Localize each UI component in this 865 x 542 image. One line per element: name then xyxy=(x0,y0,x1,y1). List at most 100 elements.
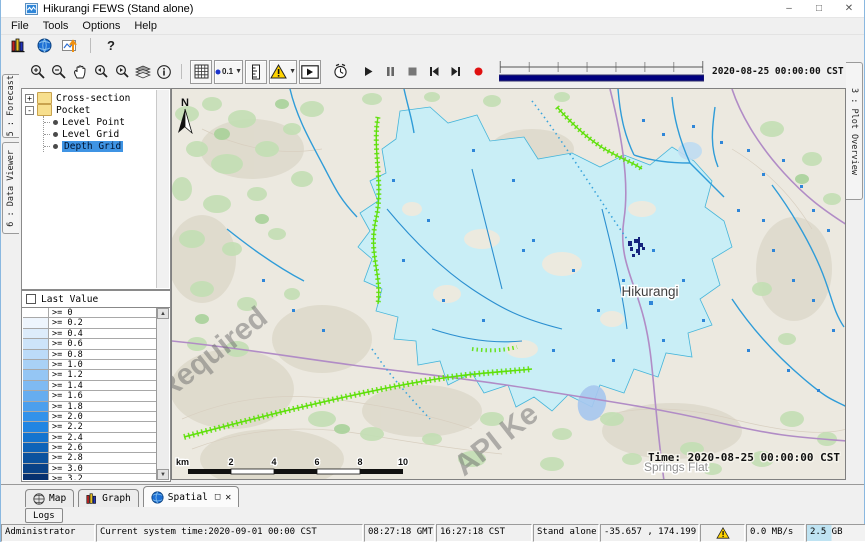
tree-children: Level Point Level Grid Depth Grid xyxy=(43,116,170,152)
status-memory: 2.5 GB xyxy=(806,524,865,542)
status-user: Administrator xyxy=(1,524,95,542)
legend-row: >= 0 xyxy=(23,308,156,318)
legend-row: >= 2.0 xyxy=(23,412,156,422)
menu-bar: File Tools Options Help xyxy=(1,18,864,35)
maximize-button[interactable]: □ xyxy=(804,0,834,17)
svg-text:km: km xyxy=(176,457,189,467)
legend-row: >= 0.2 xyxy=(23,318,156,328)
menu-help[interactable]: Help xyxy=(127,20,164,32)
tab-graph-label: Graph xyxy=(102,493,131,504)
tab-graph[interactable]: Graph xyxy=(78,489,139,507)
status-system-time: Current system time:2020-09-01 00:00 CST xyxy=(96,524,363,542)
database-chart-icon[interactable] xyxy=(5,36,31,54)
logs-row: Logs xyxy=(1,507,864,524)
legend-swatch xyxy=(23,474,49,480)
layers-icon[interactable] xyxy=(132,61,153,83)
pan-icon[interactable] xyxy=(69,61,90,83)
svg-text:N: N xyxy=(181,97,189,109)
legend-row: >= 1.8 xyxy=(23,402,156,412)
scroll-down-icon[interactable]: ▼ xyxy=(157,469,169,480)
timeseries-icon[interactable] xyxy=(57,36,83,54)
menu-file[interactable]: File xyxy=(4,20,36,32)
tree-item-depth-grid[interactable]: Depth Grid xyxy=(44,140,170,152)
warning-dropdown[interactable]: ▼ xyxy=(269,60,297,84)
tree-item-cross-section[interactable]: + Cross-section xyxy=(24,92,170,104)
app-icon xyxy=(25,3,38,15)
tab-spatial-label: Spatial xyxy=(168,492,208,503)
legend-scrollbar[interactable]: ▲ ▼ xyxy=(156,308,169,480)
grid-icon[interactable] xyxy=(190,60,212,84)
legend-swatch xyxy=(23,412,49,421)
clock-icon[interactable] xyxy=(329,61,351,83)
animation-icon[interactable] xyxy=(299,60,321,84)
status-download-rate: 0.0 MB/s xyxy=(746,524,805,542)
play-icon[interactable] xyxy=(357,61,379,83)
zoom-in-icon[interactable] xyxy=(27,61,48,83)
tree-item-label: Pocket xyxy=(56,105,90,116)
skip-end-icon[interactable] xyxy=(445,61,467,83)
current-datetime-label: 2020-08-25 00:00:00 CST xyxy=(712,66,864,77)
time-slider[interactable] xyxy=(499,57,704,87)
collapse-icon[interactable]: - xyxy=(25,106,34,115)
bottom-tab-bar: Map Graph Spatial □ ✕ xyxy=(1,484,864,507)
tree-item-label: Level Grid xyxy=(62,129,119,140)
help-icon[interactable]: ? xyxy=(98,36,124,54)
threshold-value: 0.1 xyxy=(222,67,233,76)
threshold-dropdown[interactable]: 0.1 ▼ xyxy=(214,60,243,84)
zoom-previous-icon[interactable] xyxy=(90,61,111,83)
sidebar-tab-plot-overview-label: 3 : Plot Overview xyxy=(849,88,859,175)
map-viewport[interactable]: Required API Ke Hikurangi Springs Flat N… xyxy=(171,88,846,480)
record-icon[interactable] xyxy=(467,61,489,83)
zoom-next-icon[interactable] xyxy=(111,61,132,83)
menu-options[interactable]: Options xyxy=(75,20,127,32)
last-value-checkbox[interactable] xyxy=(26,294,36,304)
legend-swatch xyxy=(23,329,49,338)
legend-swatch xyxy=(23,422,49,431)
tree-item-pocket[interactable]: - Pocket xyxy=(24,104,170,116)
sidebar-tab-data-viewer[interactable]: 6 : Data Viewer xyxy=(2,142,19,234)
info-icon[interactable] xyxy=(153,61,174,83)
sidebar-tab-forecast[interactable]: 5 : Forecast xyxy=(2,74,19,138)
node-bullet-icon xyxy=(53,132,58,137)
scroll-up-icon[interactable]: ▲ xyxy=(157,308,169,319)
logs-button[interactable]: Logs xyxy=(25,508,63,523)
stop-icon[interactable] xyxy=(401,61,423,83)
menu-tools[interactable]: Tools xyxy=(36,20,76,32)
skip-start-icon[interactable] xyxy=(423,61,445,83)
tab-maximize-icon[interactable]: □ xyxy=(215,492,220,502)
legend-rows: >= 0 >= 0.2 >= 0.4 >= 0.6 >= 0.8 >= 1.0 … xyxy=(23,308,156,480)
map-time-label: Time: 2020-08-25 00:00:00 CST xyxy=(648,451,840,464)
legend-row: >= 1.6 xyxy=(23,391,156,401)
window-title: Hikurangi FEWS (Stand alone) xyxy=(43,3,193,15)
legend-row: >= 3.0 xyxy=(23,464,156,474)
sidebar-tab-plot-overview[interactable]: 3 : Plot Overview xyxy=(846,62,863,200)
minimize-button[interactable]: – xyxy=(774,0,804,17)
map-toolbar: 0.1 ▼ ▼ 2020-08-25 00:00:00 CST xyxy=(1,55,864,88)
tab-spatial[interactable]: Spatial □ ✕ xyxy=(143,486,240,507)
ruler-icon[interactable] xyxy=(245,60,267,84)
close-button[interactable]: ✕ xyxy=(834,0,864,17)
tab-close-icon[interactable]: ✕ xyxy=(225,492,231,503)
legend-swatch xyxy=(23,370,49,379)
status-warning-cell[interactable] xyxy=(700,524,745,542)
pause-icon[interactable] xyxy=(379,61,401,83)
time-slider-track[interactable] xyxy=(499,57,704,87)
tree-guide xyxy=(44,122,50,123)
legend-row: >= 0.6 xyxy=(23,339,156,349)
globe-icon xyxy=(151,491,164,504)
tree-item-level-point[interactable]: Level Point xyxy=(44,116,170,128)
globe-icon[interactable] xyxy=(31,36,57,54)
legend-row: >= 3.2 xyxy=(23,474,156,480)
zoom-out-icon[interactable] xyxy=(48,61,69,83)
legend-swatch xyxy=(23,318,49,327)
tree-scrollbar[interactable] xyxy=(156,90,169,288)
tab-map[interactable]: Map xyxy=(25,489,74,507)
expand-icon[interactable]: + xyxy=(25,94,34,103)
svg-text:10: 10 xyxy=(398,457,408,467)
tree-guide xyxy=(44,134,50,135)
tree-item-level-grid[interactable]: Level Grid xyxy=(44,128,170,140)
map-canvas[interactable]: Required API Ke Hikurangi Springs Flat N… xyxy=(172,89,846,480)
last-value-checkbox-row[interactable]: Last Value xyxy=(22,291,170,308)
node-bullet-icon xyxy=(53,120,58,125)
tab-map-label: Map xyxy=(49,493,66,504)
